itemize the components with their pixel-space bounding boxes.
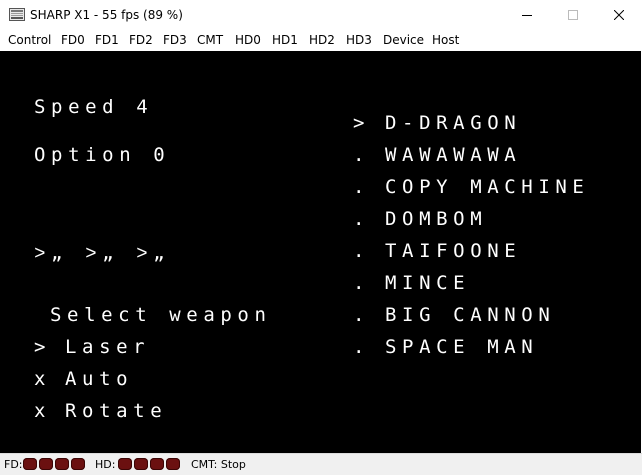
enemy-marker: . [353,272,371,294]
hd-led-icon [166,458,180,470]
menu-fd3[interactable]: FD3 [163,33,187,48]
enemy-marker: . [353,144,371,166]
floppy-disk-icon [9,8,25,21]
enemy-marker: . [353,208,371,230]
menu-hd3[interactable]: HD3 [346,33,372,48]
enemy-marker: > [353,112,371,134]
enemy-name: COPY MACHINE [385,176,590,198]
close-icon [614,10,624,20]
weapon-name: Rotate [65,400,168,422]
option-setting: Option 0 [34,144,171,166]
hd-led-icon [118,458,132,470]
fd-led-icon [23,458,37,470]
hd-led-icon [150,458,164,470]
status-bar: FD: HD: CMT: Stop [0,453,642,475]
window-title: SHARP X1 - 55 fps (89 %) [30,8,183,22]
enemy-marker: . [353,304,371,326]
menu-host[interactable]: Host [432,33,459,48]
enemy-name: DOMBOM [385,208,488,230]
title-bar[interactable]: SHARP X1 - 55 fps (89 %) [0,0,642,30]
menu-fd0[interactable]: FD0 [61,33,85,48]
enemy-name: MINCE [385,272,471,294]
enemy-name: BIG CANNON [385,304,556,326]
menu-cmt[interactable]: CMT [197,33,223,48]
enemy-name: WAWAWAWA [385,144,522,166]
menu-hd0[interactable]: HD0 [235,33,261,48]
enemy-marker: . [353,176,371,198]
enemy-name: TAIFOONE [385,240,522,262]
enemy-marker: . [353,240,371,262]
menu-hd1[interactable]: HD1 [272,33,298,48]
hd-label: HD: [95,458,116,471]
minimize-icon [522,15,532,16]
fd-led-icon [71,458,85,470]
minimize-button[interactable] [504,0,550,30]
emulator-screen[interactable]: Speed 4 Option 0 ˃„ ˃„ ˃„ Select weapon … [0,51,641,453]
weapon-marker: x [34,368,52,390]
maximize-button[interactable] [550,0,596,30]
maximize-icon [568,10,578,20]
menu-fd1[interactable]: FD1 [95,33,119,48]
fd-led-icon [55,458,69,470]
hd-led-icon [134,458,148,470]
weapon-marker: x [34,400,52,422]
menu-hd2[interactable]: HD2 [309,33,335,48]
enemy-marker: . [353,336,371,358]
select-weapon-label: Select weapon [50,304,272,326]
weapon-name: Auto [65,368,134,390]
menu-bar: Control FD0 FD1 FD2 FD3 CMT HD0 HD1 HD2 … [0,30,642,51]
enemy-name: D-DRAGON [385,112,522,134]
fd-label: FD: [4,458,23,471]
menu-control[interactable]: Control [8,33,51,48]
menu-fd2[interactable]: FD2 [129,33,153,48]
weapon-name: Laser [65,336,151,358]
speed-setting: Speed 4 [34,96,154,118]
fd-led-icon [39,458,53,470]
weapon-marker: > [34,336,52,358]
remaining-ships: ˃„ ˃„ ˃„ [34,242,171,264]
enemy-name: SPACE MAN [385,336,539,358]
cmt-status: CMT: Stop [191,458,246,471]
menu-device[interactable]: Device [383,33,424,48]
close-button[interactable] [596,0,642,30]
